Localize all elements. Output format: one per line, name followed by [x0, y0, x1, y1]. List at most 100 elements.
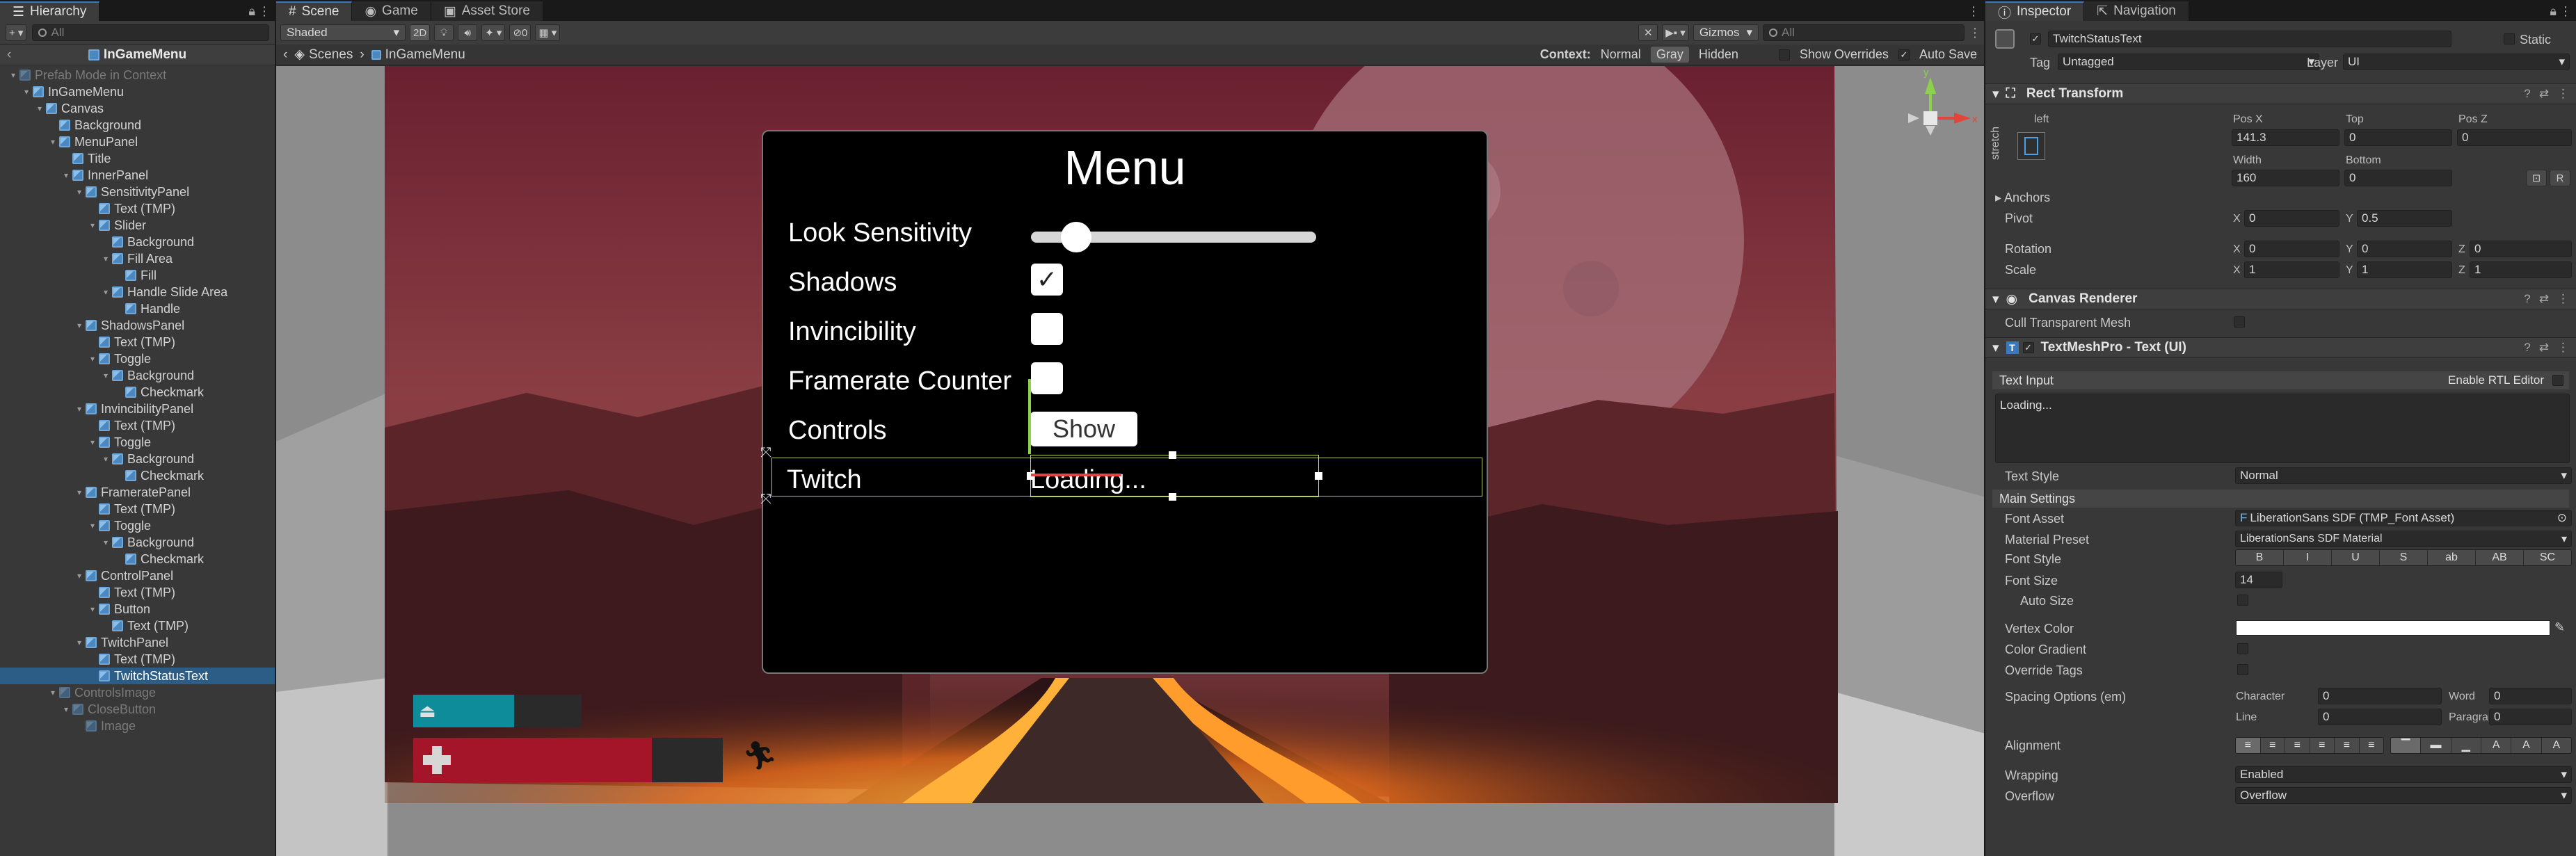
hierarchy-row[interactable]: ▾ InGameMenu [0, 83, 275, 100]
expand-arrow-icon[interactable]: ▾ [88, 604, 97, 614]
expand-arrow-icon[interactable]: ▾ [48, 137, 58, 147]
scale-z-field[interactable]: 1 [2470, 261, 2572, 278]
hierarchy-row[interactable]: ▾ InvincibilityPanel [0, 401, 275, 417]
hierarchy-row[interactable]: Checkmark [0, 467, 275, 484]
rtl-editor-checkbox[interactable] [2552, 375, 2563, 386]
text-style-dropdown[interactable]: Normal ▾ [2235, 467, 2572, 484]
add-object-button[interactable]: + ▾ [6, 24, 27, 41]
hierarchy-row[interactable]: Image [0, 718, 275, 734]
expand-arrow-icon[interactable]: ▾ [101, 287, 111, 297]
hierarchy-row[interactable]: ▾ SensitivityPanel [0, 184, 275, 200]
object-active-checkbox[interactable]: ✓ [2030, 33, 2041, 45]
bottom-field[interactable]: 0 [2344, 170, 2452, 186]
align-midline-icon[interactable]: A [2511, 738, 2542, 753]
more-options-icon[interactable]: ⋮ [1969, 26, 1981, 40]
back-arrow-icon[interactable]: ‹ [283, 47, 287, 63]
align-capline-icon[interactable]: A [2541, 738, 2571, 753]
blueprint-mode-button[interactable]: ⊡ [2526, 170, 2547, 186]
font-style-buttons[interactable]: B I U Sab AB SC [2235, 549, 2572, 566]
hierarchy-row[interactable]: ▾ Background [0, 451, 275, 467]
shadows-checkbox[interactable]: ✓ [1031, 264, 1063, 296]
tab-game[interactable]: ◉ Game [352, 1, 431, 21]
audio-icon[interactable]: 🔊︎ [458, 24, 478, 41]
rect-handle[interactable] [1315, 472, 1322, 480]
lighting-icon[interactable]: 💡︎ [434, 24, 454, 41]
scale-y-field[interactable]: 1 [2357, 261, 2452, 278]
tools-icon[interactable]: ✕ [1638, 24, 1658, 41]
hierarchy-row[interactable]: ▾ Prefab Mode in Context [0, 67, 275, 83]
rotation-y-field[interactable]: 0 [2357, 241, 2452, 257]
rect-handle[interactable] [1169, 451, 1176, 459]
hierarchy-row[interactable]: ▾ Canvas [0, 100, 275, 117]
help-icon[interactable]: ? [2524, 341, 2530, 355]
lock-icon[interactable]: 🔒︎ [2550, 4, 2556, 19]
color-gradient-checkbox[interactable] [2237, 643, 2248, 654]
align-top-icon[interactable]: ▔ [2391, 738, 2422, 753]
text-input-area[interactable]: Loading... [1995, 394, 2570, 463]
controls-show-button[interactable]: Show [1030, 412, 1137, 446]
shading-mode-dropdown[interactable]: Shaded ▾ [280, 24, 406, 41]
font-style-button[interactable]: S [2380, 550, 2428, 565]
pivot-y-field[interactable]: 0.5 [2357, 210, 2452, 227]
expand-arrow-icon[interactable]: ▾ [88, 354, 97, 364]
preset-icon[interactable]: ⇄ [2539, 341, 2549, 355]
vertex-color-swatch[interactable] [2236, 620, 2550, 636]
rect-handle[interactable] [1169, 493, 1176, 501]
hierarchy-row[interactable]: Checkmark [0, 551, 275, 567]
hidden-objects-button[interactable]: ⊘ 0 [509, 24, 531, 41]
invincibility-checkbox[interactable] [1031, 313, 1063, 345]
tab-inspector[interactable]: ⓘ Inspector [1985, 1, 2085, 21]
overflow-dropdown[interactable]: Overflow ▾ [2235, 787, 2572, 804]
font-style-button[interactable]: SC [2524, 550, 2571, 565]
hierarchy-row[interactable]: ▾ Handle Slide Area [0, 284, 275, 300]
font-style-button[interactable]: ab [2428, 550, 2476, 565]
anchor-marker-icon[interactable]: ⤧ [760, 445, 771, 461]
hierarchy-row[interactable]: ▾ Fill Area [0, 250, 275, 267]
more-options-icon[interactable]: ⋮ [2559, 4, 2572, 19]
tmp-enabled-checkbox[interactable]: ✓ [2022, 342, 2034, 353]
width-field[interactable]: 160 [2232, 170, 2339, 186]
scene-search-input[interactable]: All [1763, 24, 1965, 41]
top-field[interactable]: 0 [2344, 129, 2452, 146]
hierarchy-row[interactable]: ▾ Toggle [0, 350, 275, 367]
anchors-foldout[interactable]: ▸ Anchors [1995, 191, 2050, 205]
context-normal[interactable]: Normal [1601, 47, 1641, 62]
toggle-2d-button[interactable]: 2D [410, 24, 431, 41]
hierarchy-row[interactable]: Text (TMP) [0, 617, 275, 634]
hierarchy-row[interactable]: ▾ Toggle [0, 517, 275, 534]
selection-rect[interactable] [1027, 379, 1322, 501]
align-bottom-icon[interactable]: ▁ [2451, 738, 2481, 753]
hierarchy-row[interactable]: ▾ InnerPanel [0, 167, 275, 184]
align-right-icon[interactable]: ≡ [2285, 738, 2310, 753]
hierarchy-row[interactable]: ▾ Background [0, 367, 275, 384]
rotation-x-field[interactable]: 0 [2244, 241, 2339, 257]
material-preset-dropdown[interactable]: LiberationSans SDF Material ▾ [2235, 531, 2572, 547]
align-geometry-icon[interactable]: ≡ [2359, 738, 2383, 753]
more-options-icon[interactable]: ⋮ [2557, 341, 2569, 355]
line-spacing-field[interactable]: 0 [2318, 709, 2442, 725]
breadcrumb-prefab[interactable]: InGameMenu [371, 47, 465, 63]
object-name-field[interactable]: TwitchStatusText [2048, 31, 2451, 47]
more-options-icon[interactable]: ⋮ [2557, 292, 2569, 306]
expand-arrow-icon[interactable]: ▾ [61, 170, 71, 180]
character-spacing-field[interactable]: 0 [2318, 688, 2442, 704]
rect-transform-header[interactable]: ▾ ⛶ Rect Transform ? ⇄ ⋮ [1985, 83, 2576, 104]
hierarchy-row[interactable]: ▾ ControlPanel [0, 567, 275, 584]
hierarchy-row[interactable]: ▾ Button [0, 601, 275, 617]
expand-arrow-icon[interactable]: ▾ [101, 454, 111, 464]
hierarchy-row[interactable]: Text (TMP) [0, 334, 275, 350]
hierarchy-row[interactable]: ▾ TwitchPanel [0, 634, 275, 651]
vertical-alignment-buttons[interactable]: ▔ ▬ ▁ A A A [2390, 737, 2572, 754]
hierarchy-row[interactable]: Text (TMP) [0, 651, 275, 668]
hierarchy-row[interactable]: Background [0, 117, 275, 134]
expand-arrow-icon[interactable]: ▾ [101, 254, 111, 264]
static-checkbox[interactable] [2504, 33, 2515, 45]
scale-x-field[interactable]: 1 [2244, 261, 2339, 278]
hierarchy-row[interactable]: ▾ ShadowsPanel [0, 317, 275, 334]
expand-arrow-icon[interactable]: ▾ [101, 538, 111, 547]
framerate-checkbox[interactable] [1031, 362, 1063, 394]
hierarchy-row[interactable]: ▾ Background [0, 534, 275, 551]
pivot-y-arrow-icon[interactable] [1028, 379, 1031, 454]
expand-arrow-icon[interactable]: ▾ [74, 404, 84, 414]
hierarchy-row[interactable]: Title [0, 150, 275, 167]
